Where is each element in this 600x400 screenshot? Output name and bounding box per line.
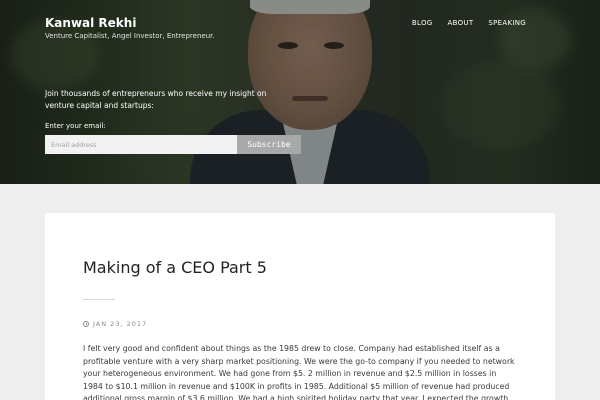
post-date-text[interactable]: JAN 23, 2017 (93, 320, 147, 328)
subscribe-button[interactable]: Subscribe (237, 135, 301, 154)
title-divider (83, 299, 115, 300)
nav-item-blog[interactable]: BLOG (412, 19, 433, 27)
main-nav: BLOG ABOUT SPEAKING (412, 19, 526, 27)
post-title[interactable]: Making of a CEO Part 5 (83, 258, 267, 277)
email-label: Enter your email: (45, 122, 106, 130)
hero-banner: Kanwal Rekhi Venture Capitalist, Angel I… (0, 0, 600, 184)
newsletter-promo-text: Join thousands of entrepreneurs who rece… (45, 89, 267, 110)
site-description: Venture Capitalist, Angel Investor, Entr… (45, 32, 215, 40)
site-title[interactable]: Kanwal Rekhi (45, 16, 136, 30)
post-date: JAN 23, 2017 (83, 320, 147, 328)
email-input[interactable] (45, 135, 237, 154)
nav-item-speaking[interactable]: SPEAKING (488, 19, 526, 27)
clock-icon (83, 321, 89, 327)
post-body: I felt very good and confident about thi… (83, 344, 515, 400)
post-card: Making of a CEO Part 5 JAN 23, 2017 I fe… (45, 213, 555, 400)
nav-item-about[interactable]: ABOUT (448, 19, 474, 27)
